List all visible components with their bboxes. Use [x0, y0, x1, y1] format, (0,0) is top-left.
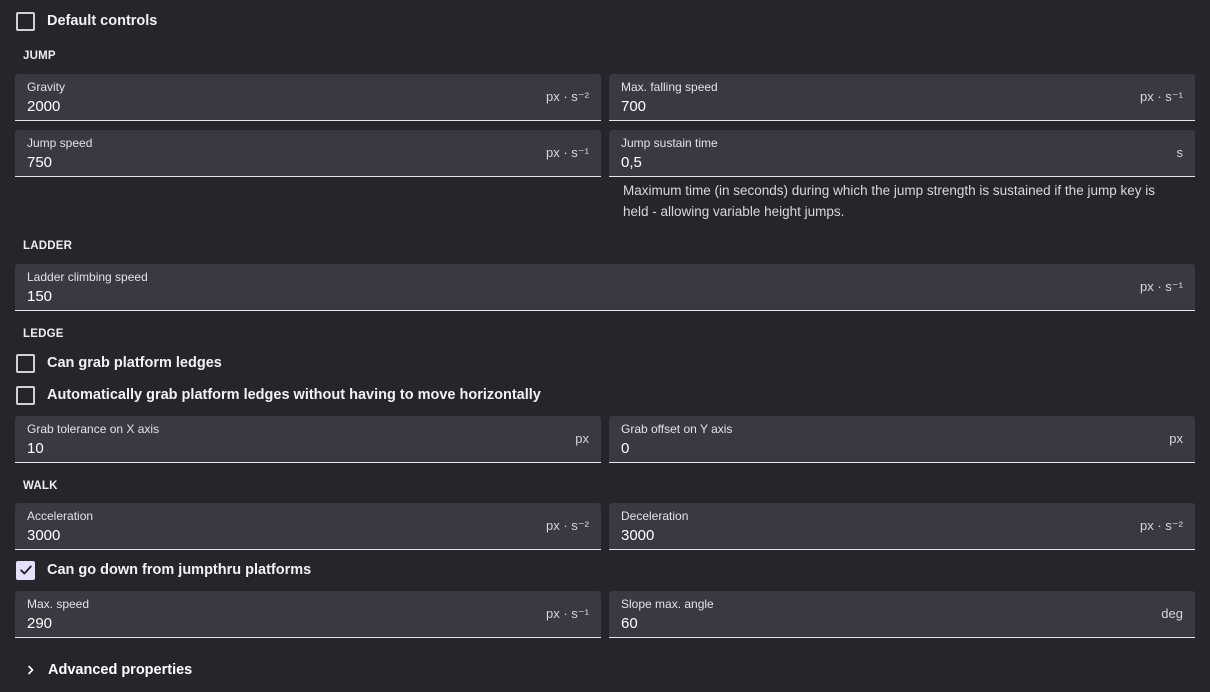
ladder-climbing-speed-value[interactable]: 150 [27, 288, 52, 305]
grab-tolerance-x-value[interactable]: 10 [27, 440, 44, 457]
ladder-climbing-speed-unit: px · s⁻¹ [1140, 279, 1183, 294]
acceleration-label: Acceleration [27, 509, 94, 523]
jump-speed-value[interactable]: 750 [27, 154, 52, 171]
jump-sustain-time-unit: s [1176, 145, 1184, 160]
can-go-down-jumpthru-checkbox[interactable] [16, 560, 35, 580]
deceleration-field[interactable]: Deceleration 3000 px · s⁻² [609, 503, 1195, 550]
can-grab-ledges-row[interactable]: Can grab platform ledges [16, 352, 222, 374]
slope-max-angle-value[interactable]: 60 [621, 615, 638, 632]
can-grab-ledges-label: Can grab platform ledges [47, 355, 222, 371]
max-falling-speed-label: Max. falling speed [621, 80, 718, 94]
jump-sustain-time-field[interactable]: Jump sustain time 0,5 s [609, 130, 1195, 177]
ladder-climbing-speed-field[interactable]: Ladder climbing speed 150 px · s⁻¹ [15, 264, 1195, 311]
section-jump-title: JUMP [23, 50, 56, 62]
jump-speed-unit: px · s⁻¹ [546, 145, 589, 160]
deceleration-unit: px · s⁻² [1140, 518, 1183, 533]
max-speed-label: Max. speed [27, 597, 90, 611]
default-controls-row[interactable]: Default controls [16, 10, 157, 32]
grab-tolerance-x-unit: px [575, 431, 589, 446]
acceleration-field[interactable]: Acceleration 3000 px · s⁻² [15, 503, 601, 550]
deceleration-value[interactable]: 3000 [621, 527, 654, 544]
slope-max-angle-label: Slope max. angle [621, 597, 714, 611]
can-grab-ledges-checkbox[interactable] [16, 353, 35, 373]
default-controls-checkbox[interactable] [16, 11, 35, 31]
deceleration-label: Deceleration [621, 509, 689, 523]
can-go-down-jumpthru-row[interactable]: Can go down from jumpthru platforms [16, 559, 311, 581]
grab-offset-y-unit: px [1169, 431, 1183, 446]
jump-sustain-help-text: Maximum time (in seconds) during which t… [623, 183, 1155, 219]
advanced-properties-toggle[interactable]: Advanced properties [24, 659, 192, 681]
grab-tolerance-x-label: Grab tolerance on X axis [27, 422, 160, 436]
can-go-down-jumpthru-label: Can go down from jumpthru platforms [47, 562, 312, 578]
auto-grab-ledges-row[interactable]: Automatically grab platform ledges witho… [16, 384, 541, 406]
gravity-field[interactable]: Gravity 2000 px · s⁻² [15, 74, 601, 121]
chevron-right-icon [28, 665, 34, 675]
max-speed-unit: px · s⁻¹ [546, 606, 589, 621]
acceleration-value[interactable]: 3000 [27, 527, 60, 544]
auto-grab-ledges-checkbox[interactable] [16, 385, 35, 405]
jump-sustain-time-label: Jump sustain time [621, 136, 718, 150]
max-falling-speed-field[interactable]: Max. falling speed 700 px · s⁻¹ [609, 74, 1195, 121]
max-speed-value[interactable]: 290 [27, 615, 52, 632]
gravity-label: Gravity [27, 80, 66, 94]
ladder-climbing-speed-label: Ladder climbing speed [27, 270, 148, 284]
max-falling-speed-value[interactable]: 700 [621, 98, 646, 115]
grab-offset-y-label: Grab offset on Y axis [621, 422, 733, 436]
jump-speed-field[interactable]: Jump speed 750 px · s⁻¹ [15, 130, 601, 177]
max-falling-speed-unit: px · s⁻¹ [1140, 89, 1183, 104]
slope-max-angle-field[interactable]: Slope max. angle 60 deg [609, 591, 1195, 638]
section-walk-title: WALK [23, 480, 58, 492]
advanced-properties-label: Advanced properties [48, 662, 193, 678]
jump-sustain-time-value[interactable]: 0,5 [621, 154, 642, 171]
auto-grab-ledges-label: Automatically grab platform ledges witho… [47, 387, 541, 403]
jump-speed-label: Jump speed [27, 136, 93, 150]
acceleration-unit: px · s⁻² [546, 518, 589, 533]
grab-offset-y-value[interactable]: 0 [621, 440, 629, 457]
gravity-unit: px · s⁻² [546, 89, 589, 104]
checkmark-icon [19, 565, 32, 575]
default-controls-label: Default controls [47, 13, 158, 29]
section-ladder-title: LADDER [23, 240, 73, 252]
grab-offset-y-field[interactable]: Grab offset on Y axis 0 px [609, 416, 1195, 463]
grab-tolerance-x-field[interactable]: Grab tolerance on X axis 10 px [15, 416, 601, 463]
gravity-value[interactable]: 2000 [27, 98, 60, 115]
section-ledge-title: LEDGE [23, 328, 64, 340]
max-speed-field[interactable]: Max. speed 290 px · s⁻¹ [15, 591, 601, 638]
slope-max-angle-unit: deg [1161, 606, 1183, 621]
